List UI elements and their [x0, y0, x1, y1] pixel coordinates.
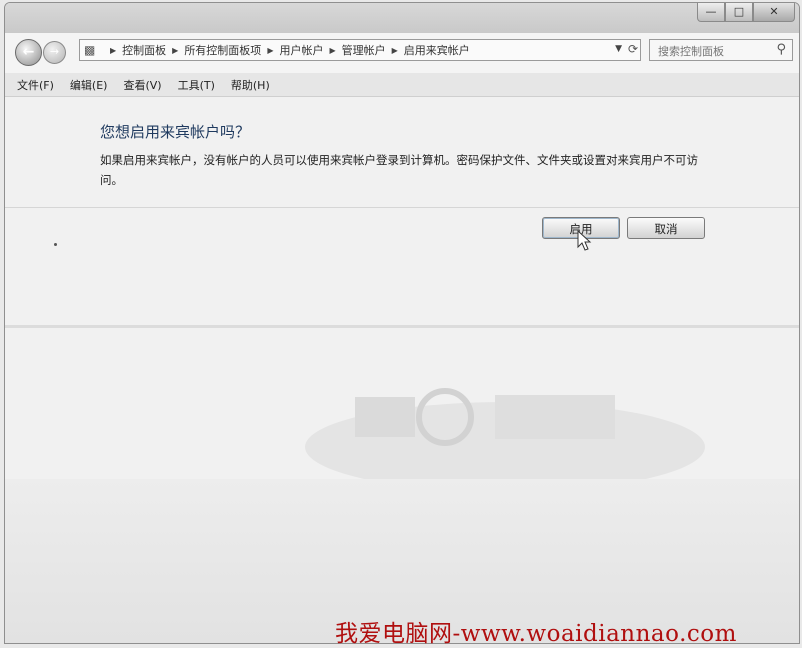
breadcrumb-manage-accounts[interactable]: 管理帐户	[342, 42, 386, 58]
dialog-title: 您想启用来宾帐户吗？	[100, 123, 251, 141]
scan-band	[5, 325, 799, 328]
breadcrumb-separator-icon[interactable]: ▶	[172, 46, 178, 55]
maximize-button[interactable]: □	[725, 3, 753, 22]
refresh-icon[interactable]: ⟳	[628, 42, 638, 56]
caption-buttons: — □ ✕	[697, 3, 795, 23]
breadcrumb-all-items[interactable]: 所有控制面板项	[184, 42, 261, 58]
address-bar[interactable]: ▩ ▶ 控制面板 ▶ 所有控制面板项 ▶ 用户帐户 ▶ 管理帐户 ▶ 启用来宾帐…	[79, 39, 641, 61]
menu-file[interactable]: 文件(F)	[17, 77, 54, 93]
chevron-down-icon[interactable]: ▼	[615, 44, 622, 54]
forward-arrow-icon[interactable]: →	[43, 41, 66, 64]
menu-view[interactable]: 查看(V)	[123, 77, 161, 93]
breadcrumb-separator-icon[interactable]: ▶	[110, 46, 116, 55]
control-panel-window: — □ ✕ ← → ▩ ▶ 控制面板 ▶ 所有控制面板项 ▶ 用户帐户 ▶ 管理…	[4, 2, 800, 644]
breadcrumb-separator-icon[interactable]: ▶	[392, 46, 398, 55]
menu-help[interactable]: 帮助(H)	[231, 77, 270, 93]
dust-speck	[54, 243, 57, 246]
breadcrumb-separator-icon[interactable]: ▶	[267, 46, 273, 55]
close-button[interactable]: ✕	[753, 3, 795, 22]
dialog-message: 如果启用来宾帐户，没有帐户的人员可以使用来宾帐户登录到计算机。密码保护文件、文件…	[100, 153, 698, 187]
menu-edit[interactable]: 编辑(E)	[70, 77, 108, 93]
site-watermark: 我爱电脑网-www.woaidiannao.com	[335, 621, 737, 647]
cancel-button[interactable]: 取消	[627, 217, 705, 239]
control-panel-icon: ▩	[84, 43, 96, 57]
breadcrumb-control-panel[interactable]: 控制面板	[122, 42, 166, 58]
search-box[interactable]: ⚲	[649, 39, 793, 61]
title-bar: — □ ✕	[5, 3, 799, 33]
menu-tools[interactable]: 工具(T)	[178, 77, 215, 93]
breadcrumb-enable-guest[interactable]: 启用来宾帐户	[404, 42, 470, 58]
menu-bar: 文件(F) 编辑(E) 查看(V) 工具(T) 帮助(H)	[5, 73, 799, 97]
search-input[interactable]	[656, 41, 770, 61]
breadcrumb-user-accounts[interactable]: 用户帐户	[279, 42, 323, 58]
search-icon[interactable]: ⚲	[776, 42, 786, 57]
divider	[5, 207, 799, 208]
minimize-button[interactable]: —	[697, 3, 725, 22]
content-area: 您想启用来宾帐户吗？ 如果启用来宾帐户，没有帐户的人员可以使用来宾帐户登录到计算…	[5, 97, 799, 643]
mouse-pointer-icon	[577, 230, 592, 251]
breadcrumb-separator-icon[interactable]: ▶	[329, 46, 335, 55]
navigation-bar: ← → ▩ ▶ 控制面板 ▶ 所有控制面板项 ▶ 用户帐户 ▶ 管理帐户 ▶ 启…	[5, 36, 799, 66]
back-arrow-icon[interactable]: ←	[15, 39, 42, 66]
